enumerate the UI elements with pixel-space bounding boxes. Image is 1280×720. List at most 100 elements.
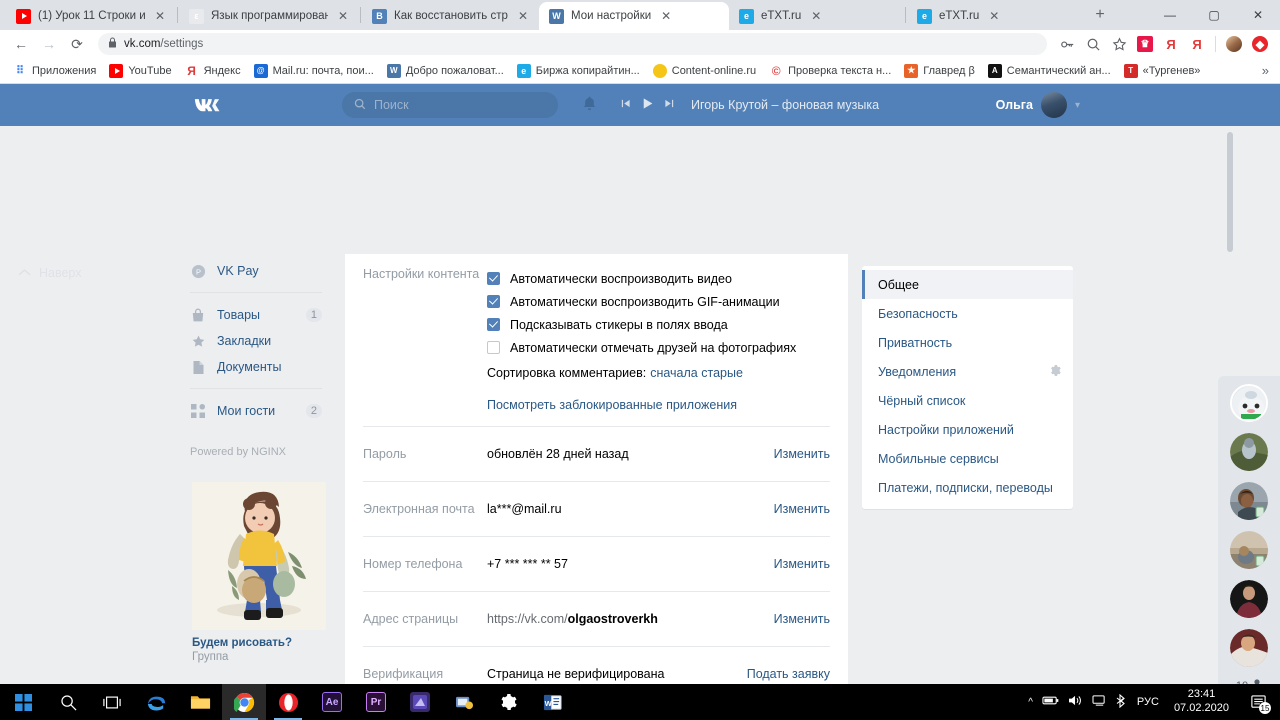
group-promo-name[interactable]: Будем рисовать? [192, 637, 326, 649]
settings-nav-item-privacy[interactable]: Приватность [862, 328, 1073, 357]
word-icon[interactable]: W [530, 684, 574, 720]
sidebar-item-documents[interactable]: Документы [190, 354, 330, 380]
next-track-icon[interactable] [664, 98, 675, 112]
settings-nav-item-app-settings[interactable]: Настройки приложений [862, 415, 1073, 444]
key-icon[interactable] [1055, 32, 1079, 56]
windows-start-icon[interactable] [0, 684, 46, 720]
play-icon[interactable] [641, 97, 654, 113]
checkbox-autoplay-video[interactable] [487, 272, 500, 285]
browser-tab-2[interactable]: B Как восстановить страницу ✕ [362, 2, 539, 30]
maximize-button[interactable]: ▢ [1192, 0, 1236, 30]
bell-icon[interactable] [582, 95, 597, 116]
bookmark-turgenev[interactable]: T «Тургенев» [1118, 62, 1207, 80]
media-encoder-icon[interactable] [398, 684, 442, 720]
browser-tab-5[interactable]: e eTXT.ru ✕ [907, 2, 1082, 30]
premiere-icon[interactable]: Pr [354, 684, 398, 720]
close-icon[interactable]: ✕ [986, 8, 1002, 24]
settings-gear-icon[interactable] [486, 684, 530, 720]
volume-icon[interactable] [1068, 694, 1083, 710]
opera-extension-icon[interactable]: ◆ [1248, 32, 1272, 56]
close-window-button[interactable]: ✕ [1236, 0, 1280, 30]
address-bar[interactable]: vk.com/settings [98, 33, 1047, 55]
language-indicator[interactable]: РУС [1137, 696, 1159, 708]
close-icon[interactable]: ✕ [808, 8, 824, 24]
chrome-icon[interactable] [222, 684, 266, 720]
friend-avatar-3[interactable] [1230, 482, 1268, 520]
bookmark-text-check[interactable]: © Проверка текста н... [763, 62, 897, 80]
lps-extension-icon[interactable]: ♛ [1133, 32, 1157, 56]
tray-chevron-up-icon[interactable]: ^ [1028, 697, 1033, 708]
checkbox-row-autotag-friends[interactable]: Автоматически отмечать друзей на фотогра… [487, 336, 848, 359]
checkbox-sticker-hints[interactable] [487, 318, 500, 331]
sidebar-item-my-guests[interactable]: Мои гости 2 [190, 398, 330, 424]
task-view-icon[interactable] [90, 684, 134, 720]
yandex-extension-icon[interactable]: Я [1159, 32, 1183, 56]
network-icon[interactable] [1092, 694, 1107, 710]
profile-avatar-icon[interactable] [1222, 32, 1246, 56]
settings-nav-item-general[interactable]: Общее [862, 270, 1073, 299]
checkbox-autoplay-gif[interactable] [487, 295, 500, 308]
bookmark-glavred[interactable]: ★ Главред β [898, 62, 981, 80]
reload-button[interactable]: ⟳ [64, 31, 90, 57]
row-action-change-email[interactable]: Изменить [774, 502, 848, 516]
row-action-submit-verification[interactable]: Подать заявку [747, 667, 848, 681]
browser-tab-3-active[interactable]: W Мои настройки ✕ [539, 2, 729, 30]
row-action-change-phone[interactable]: Изменить [774, 557, 848, 571]
gear-icon[interactable] [1048, 364, 1061, 380]
explorer-icon[interactable] [178, 684, 222, 720]
vk-logo-icon[interactable] [190, 84, 224, 126]
battery-icon[interactable] [1042, 695, 1059, 709]
opera-icon[interactable] [266, 684, 310, 720]
checkbox-row-autoplay-gif[interactable]: Автоматически воспроизводить GIF-анимаци… [487, 290, 848, 313]
checkbox-autotag-friends[interactable] [487, 341, 500, 354]
back-button[interactable]: ← [8, 31, 34, 57]
row-action-change-password[interactable]: Изменить [774, 447, 848, 461]
bluetooth-icon[interactable] [1116, 693, 1128, 711]
sidebar-item-vk-pay[interactable]: P VK Pay [190, 258, 330, 284]
page-scrollbar[interactable] [1227, 132, 1233, 252]
comments-sort-value[interactable]: сначала старые [650, 366, 743, 380]
close-icon[interactable]: ✕ [335, 8, 351, 24]
checkbox-row-autoplay-video[interactable]: Автоматически воспроизводить видео [487, 267, 848, 290]
close-icon[interactable]: ✕ [515, 8, 531, 24]
browser-tab-1[interactable]: ε Язык программирования "Р ✕ [179, 2, 359, 30]
friend-avatar-2[interactable] [1230, 433, 1268, 471]
settings-nav-item-security[interactable]: Безопасность [862, 299, 1073, 328]
zoom-search-icon[interactable] [1081, 32, 1105, 56]
bookmark-content-online[interactable]: Content-online.ru [647, 62, 762, 80]
bookmark-etxt[interactable]: e Биржа копирайтин... [511, 62, 646, 80]
checkbox-row-sticker-hints[interactable]: Подсказывать стикеры в полях ввода [487, 313, 848, 336]
bookmark-apps[interactable]: ⠿ Приложения [7, 62, 102, 80]
search-icon[interactable] [46, 684, 90, 720]
friend-avatar-6[interactable] [1230, 629, 1268, 667]
minimize-button[interactable]: — [1148, 0, 1192, 30]
search-input[interactable]: Поиск [342, 92, 558, 118]
friend-avatar-4[interactable] [1230, 531, 1268, 569]
bookmark-vk[interactable]: W Добро пожаловат... [381, 62, 510, 80]
account-menu[interactable]: Ольга ▾ [996, 92, 1080, 118]
friend-avatar-5[interactable] [1230, 580, 1268, 618]
prev-track-icon[interactable] [620, 98, 631, 112]
edge-icon[interactable] [134, 684, 178, 720]
new-tab-button[interactable]: + [1086, 1, 1114, 29]
sidebar-item-bookmarks[interactable]: Закладки [190, 328, 330, 354]
sidebar-item-goods[interactable]: Товары 1 [190, 302, 330, 328]
clock[interactable]: 23:41 07.02.2020 [1168, 688, 1235, 716]
settings-nav-item-blacklist[interactable]: Чёрный список [862, 386, 1073, 415]
current-track-title[interactable]: Игорь Крутой – фоновая музыка [691, 98, 879, 112]
group-promo-card[interactable]: Будем рисовать? Группа [192, 482, 326, 663]
browser-tab-4[interactable]: e eTXT.ru ✕ [729, 2, 904, 30]
row-action-change-address[interactable]: Изменить [774, 612, 848, 626]
yandex-alice-extension-icon[interactable]: Я [1185, 32, 1209, 56]
bookmark-advego[interactable]: A Семантический ан... [982, 62, 1117, 80]
sticky-notes-icon[interactable] [442, 684, 486, 720]
close-icon[interactable]: ✕ [152, 8, 168, 24]
friend-avatar-1[interactable] [1230, 384, 1268, 422]
bookmark-yandex[interactable]: Я Яндекс [179, 62, 247, 80]
scroll-to-top-button[interactable]: Наверх [18, 266, 82, 280]
after-effects-icon[interactable]: Ae [310, 684, 354, 720]
settings-nav-item-payments[interactable]: Платежи, подписки, переводы [862, 473, 1073, 502]
browser-tab-0[interactable]: (1) Урок 11 Строки и их мет ✕ [6, 2, 176, 30]
settings-nav-item-mobile-services[interactable]: Мобильные сервисы [862, 444, 1073, 473]
settings-nav-item-notifications[interactable]: Уведомления [862, 357, 1073, 386]
